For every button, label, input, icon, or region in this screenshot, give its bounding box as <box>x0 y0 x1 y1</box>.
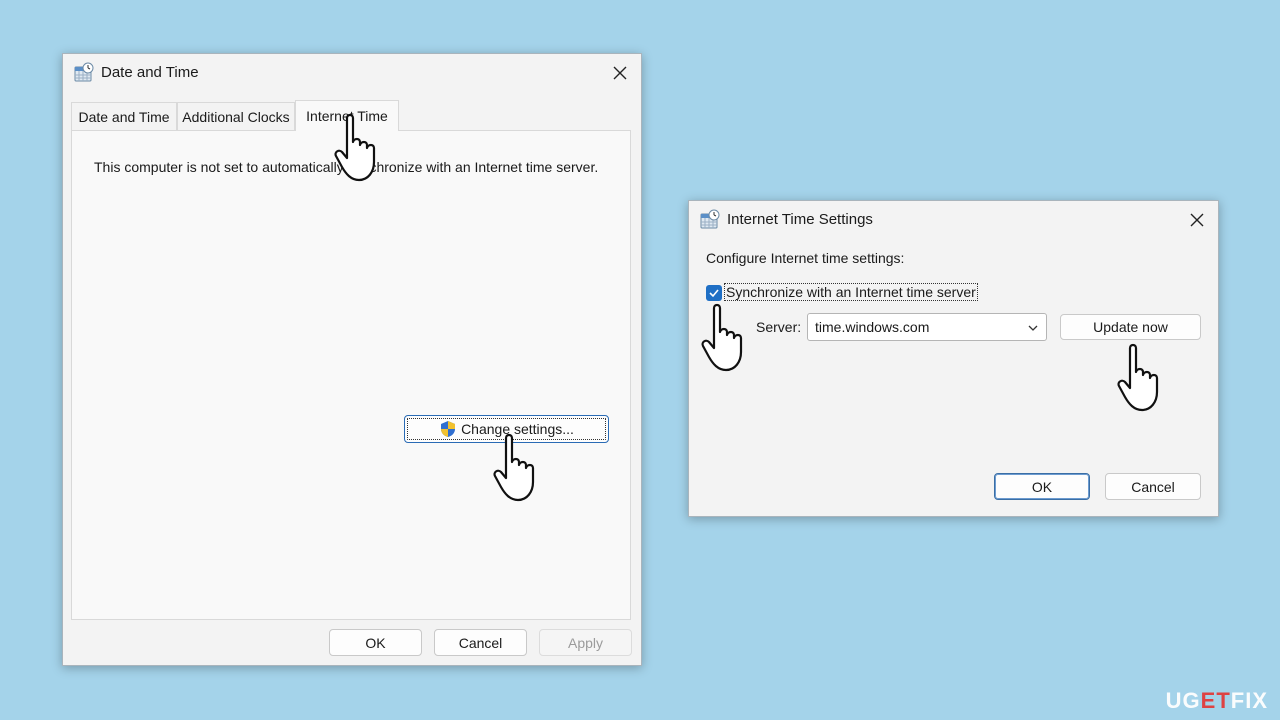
chevron-down-icon <box>1028 325 1038 331</box>
main-ok-button[interactable]: OK <box>329 629 422 656</box>
apply-label: Apply <box>567 634 604 651</box>
main-titlebar: Date and Time <box>63 54 641 92</box>
dialog-cancel-button[interactable]: Cancel <box>1105 473 1201 500</box>
server-value: time.windows.com <box>815 319 930 335</box>
date-and-time-window: Date and Time Date and Time Additional C… <box>62 53 642 666</box>
ok-label: OK <box>365 634 386 651</box>
main-cancel-button[interactable]: Cancel <box>434 629 527 656</box>
change-settings-label: Change settings... <box>461 421 574 437</box>
main-apply-button[interactable]: Apply <box>539 629 632 656</box>
dialog-title: Internet Time Settings <box>727 211 873 228</box>
tab-date-and-time[interactable]: Date and Time <box>71 102 177 130</box>
clock-icon <box>700 209 720 229</box>
cancel-label: Cancel <box>1131 478 1175 495</box>
sync-checkbox[interactable] <box>706 285 722 301</box>
close-icon <box>613 66 627 80</box>
dialog-heading: Configure Internet time settings: <box>706 250 905 266</box>
dialog-close-button[interactable] <box>1184 207 1210 233</box>
update-now-button[interactable]: Update now <box>1060 314 1201 340</box>
cancel-label: Cancel <box>458 634 503 651</box>
tab-additional-clocks[interactable]: Additional Clocks <box>177 102 295 130</box>
update-now-label: Update now <box>1093 319 1168 335</box>
change-settings-button[interactable]: Change settings... <box>404 415 609 443</box>
server-label: Server: <box>756 319 802 335</box>
tab-internet-time[interactable]: Internet Time <box>295 100 399 131</box>
watermark-part: ET <box>1200 688 1231 713</box>
watermark-part: FIX <box>1230 688 1268 713</box>
sync-status-message: This computer is not set to automaticall… <box>94 159 599 175</box>
clock-icon <box>74 62 94 82</box>
tab-label: Date and Time <box>78 108 170 125</box>
checkbox-check-icon <box>709 289 719 298</box>
tab-label: Additional Clocks <box>182 108 290 125</box>
server-combobox[interactable]: time.windows.com <box>807 313 1047 341</box>
tab-label: Internet Time <box>306 108 388 124</box>
ugetfix-watermark: UGETFIX <box>1166 688 1268 714</box>
main-window-title: Date and Time <box>101 64 199 81</box>
internet-time-settings-dialog: Internet Time Settings Configure Interne… <box>688 200 1219 517</box>
ok-label: OK <box>1031 478 1053 495</box>
dialog-titlebar: Internet Time Settings <box>689 201 1218 239</box>
watermark-part: UG <box>1165 688 1201 713</box>
sync-checkbox-label[interactable]: Synchronize with an Internet time server <box>724 283 978 301</box>
close-icon <box>1190 213 1204 227</box>
dialog-ok-button[interactable]: OK <box>994 473 1090 500</box>
main-close-button[interactable] <box>607 60 633 86</box>
shield-icon <box>441 421 456 437</box>
internet-time-panel: This computer is not set to automaticall… <box>71 130 631 620</box>
